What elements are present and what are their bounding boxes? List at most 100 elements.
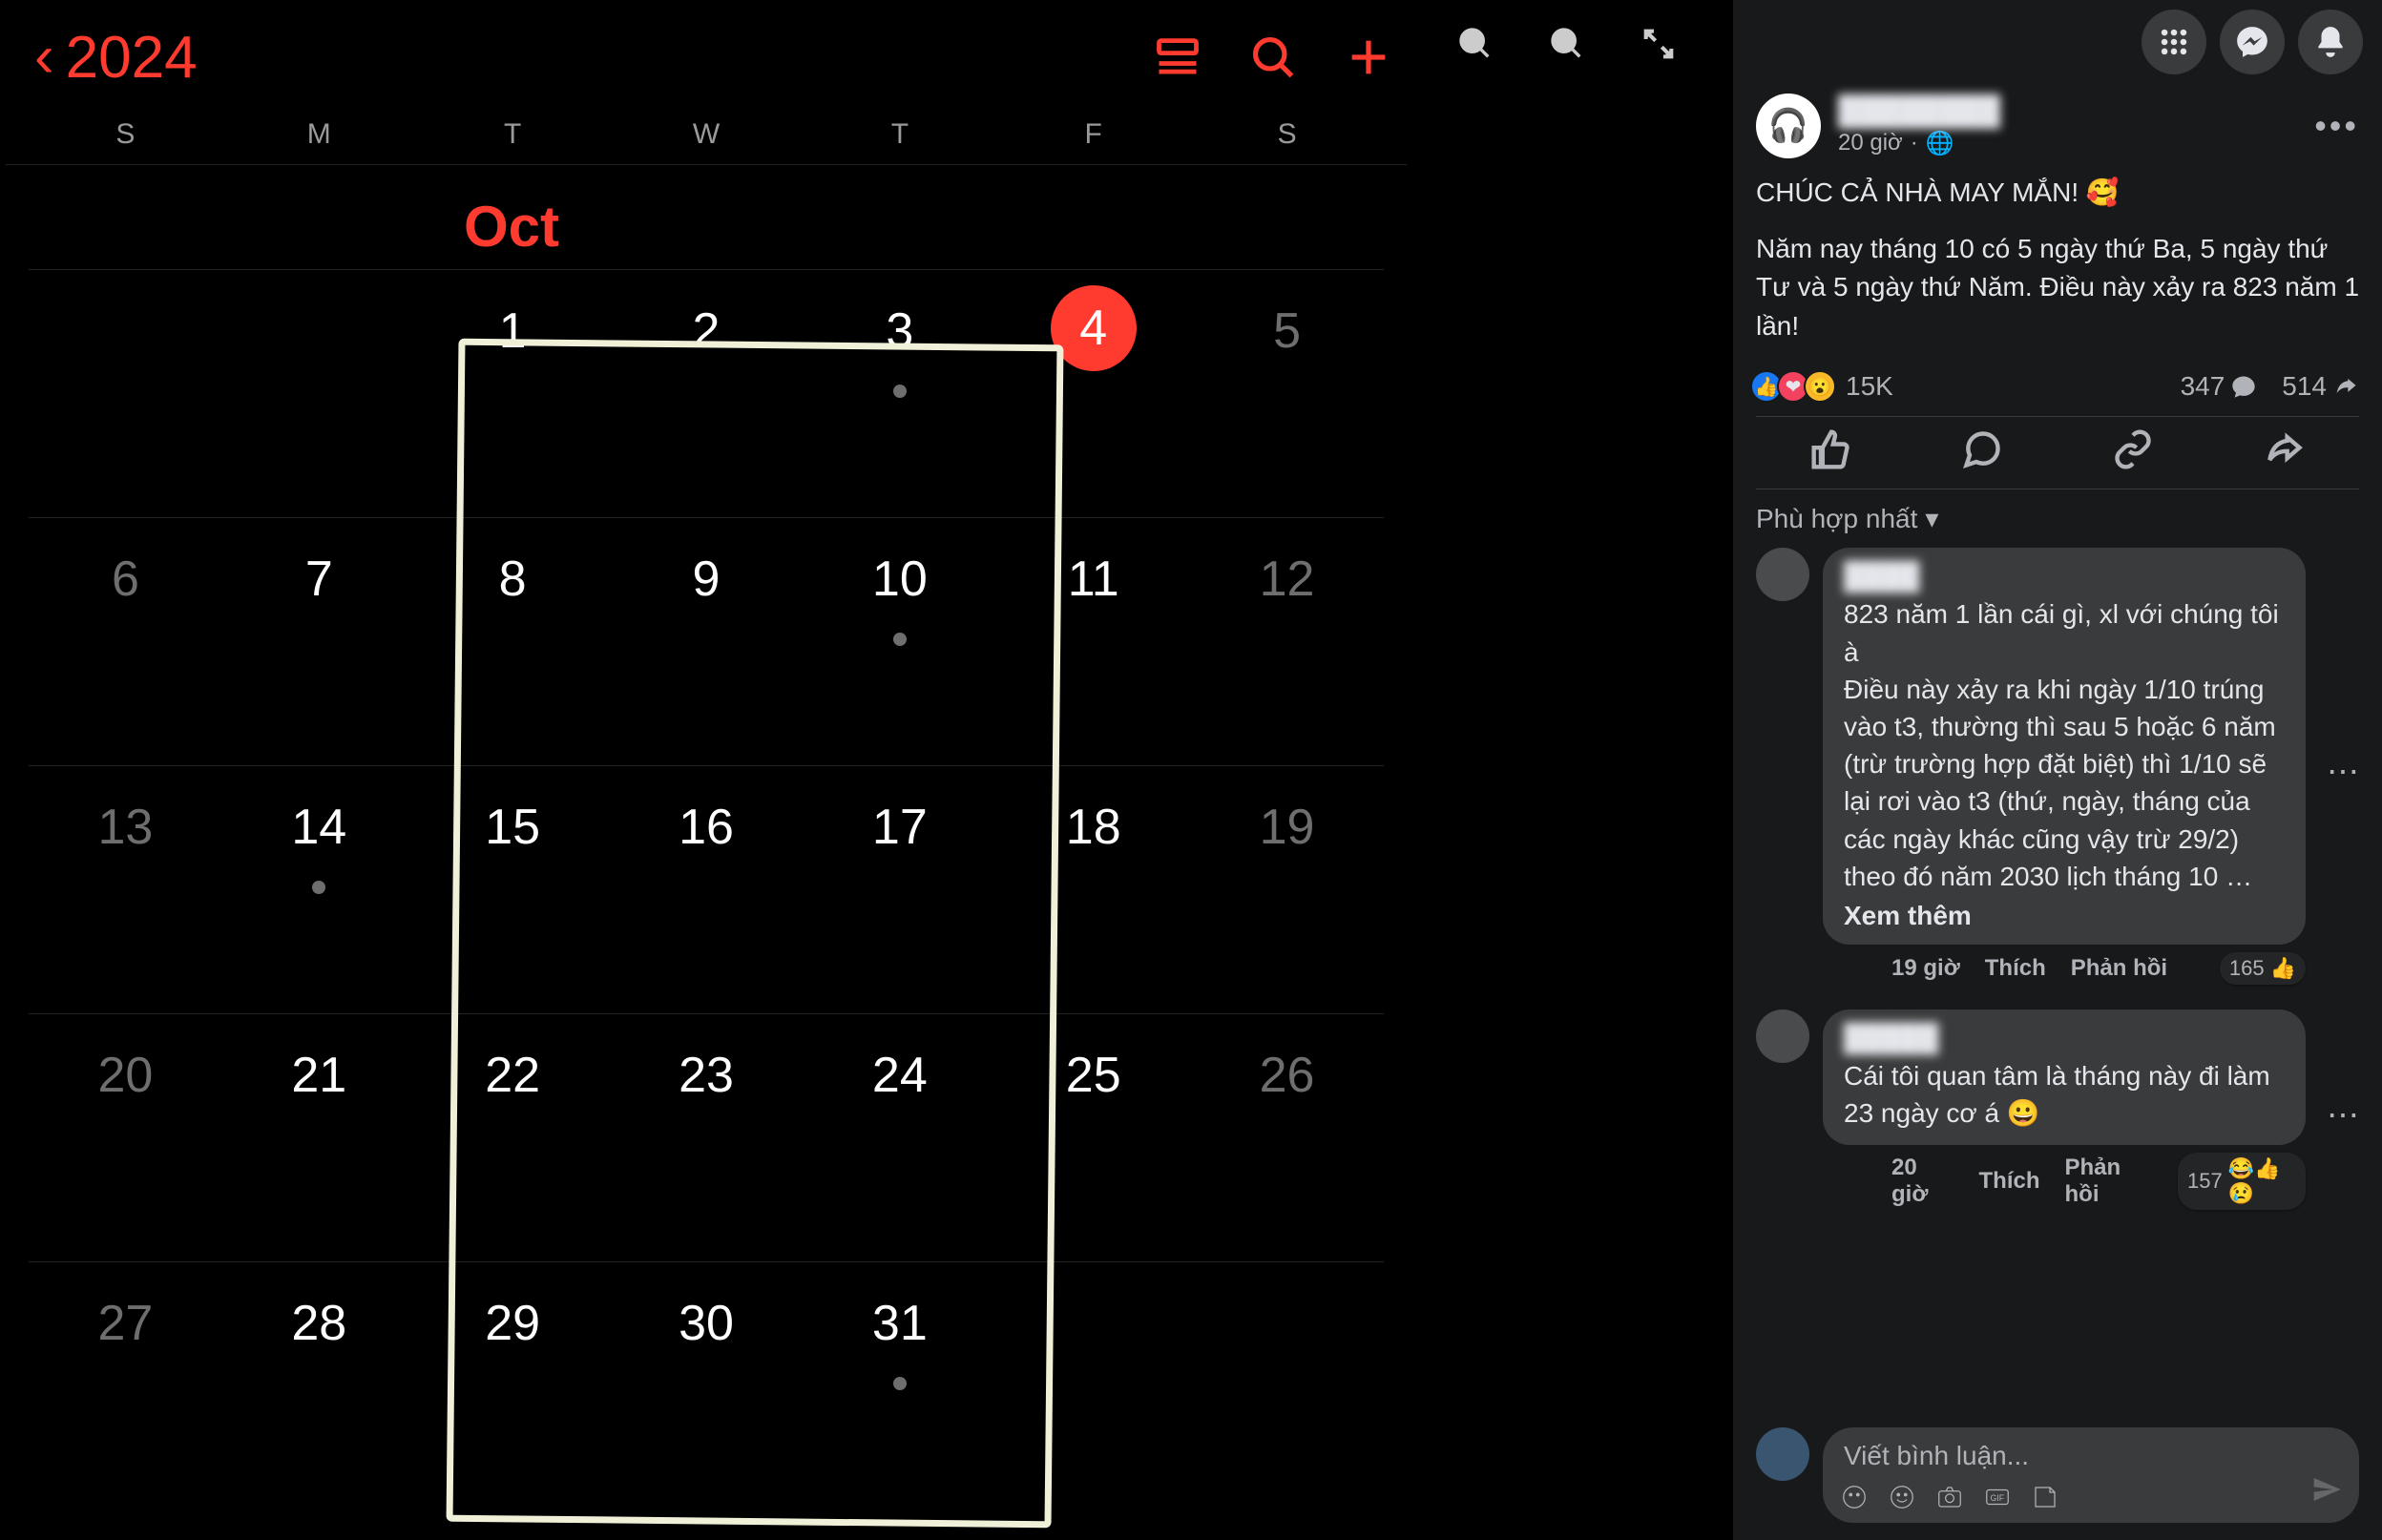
list-view-icon[interactable] [1139, 19, 1216, 95]
calendar-day[interactable]: 28 [222, 1261, 416, 1509]
search-icon[interactable] [1235, 19, 1311, 95]
calendar-day[interactable]: 9 [610, 517, 804, 765]
calendar-day[interactable]: 3 [803, 269, 996, 517]
camera-icon[interactable] [1935, 1483, 1964, 1511]
calendar-day[interactable]: 1 [416, 269, 610, 517]
comment-input[interactable]: Viết bình luận... GIF [1823, 1427, 2359, 1523]
calendar-day[interactable]: 27 [29, 1261, 222, 1509]
comment-author[interactable]: ████ [1844, 561, 2285, 592]
calendar-day[interactable]: 29 [416, 1261, 610, 1509]
post-author-avatar[interactable]: 🎧 [1756, 94, 1821, 158]
calendar-day[interactable]: 2 [610, 269, 804, 517]
sticker-icon[interactable] [2031, 1483, 2059, 1511]
day-number: 30 [679, 1295, 734, 1352]
notifications-icon[interactable] [2298, 10, 2363, 74]
day-number: 1 [499, 302, 527, 360]
comment-meta: 20 giờ Thích Phản hồi 157😂👍😢 [1891, 1153, 2306, 1210]
day-number: 31 [872, 1295, 928, 1352]
post-author-name[interactable]: ████████ [1838, 95, 2297, 128]
avatar-sticker-icon[interactable] [1840, 1483, 1869, 1511]
comment-more-icon[interactable]: ⋯ [2327, 753, 2359, 791]
day-number: 29 [485, 1295, 540, 1352]
calendar-day[interactable]: 15 [416, 765, 610, 1013]
calendar-day[interactable]: 12 [1190, 517, 1384, 765]
comment-bubble[interactable]: ████ 823 năm 1 lần cái gì, xl với chúng … [1823, 548, 2306, 945]
copy-link-button[interactable] [2112, 428, 2154, 477]
day-number: 24 [872, 1047, 928, 1104]
calendar-day[interactable]: 18 [996, 765, 1190, 1013]
post-time: 20 giờ [1838, 130, 1903, 156]
post-more-icon[interactable]: ••• [2314, 106, 2359, 146]
calendar-day[interactable]: 26 [1190, 1013, 1384, 1261]
comment-more-icon[interactable]: ⋯ [2327, 1096, 2359, 1134]
calendar-day[interactable]: 10 [803, 517, 996, 765]
svg-text:GIF: GIF [1991, 1493, 2005, 1503]
comment-author[interactable]: █████ [1844, 1023, 2285, 1053]
calendar-day[interactable]: 24 [803, 1013, 996, 1261]
calendar-day [1190, 1261, 1384, 1509]
emoji-icon[interactable] [1888, 1483, 1916, 1511]
calendar-day[interactable]: 4 [996, 269, 1190, 517]
calendar-day[interactable]: 7 [222, 517, 416, 765]
weekday-label: F [996, 118, 1190, 151]
reactions-summary[interactable]: 👍 ❤ 😮 15K 347 514 [1756, 370, 2359, 417]
post-action-bar [1756, 417, 2359, 489]
share-icon-small [2332, 373, 2359, 400]
calendar-day[interactable]: 8 [416, 517, 610, 765]
calendar-day[interactable]: 25 [996, 1013, 1190, 1261]
self-avatar[interactable] [1756, 1427, 1809, 1481]
calendar-day[interactable]: 17 [803, 765, 996, 1013]
calendar-day[interactable]: 22 [416, 1013, 610, 1261]
like-button[interactable] [1810, 428, 1852, 477]
calendar-day[interactable]: 20 [29, 1013, 222, 1261]
calendar-day[interactable]: 6 [29, 517, 222, 765]
day-number: 2 [693, 302, 721, 360]
comment-reply-button[interactable]: Phản hồi [2065, 1155, 2154, 1208]
add-event-icon[interactable] [1330, 19, 1407, 95]
calendar-day[interactable]: 13 [29, 765, 222, 1013]
calendar-day[interactable]: 31 [803, 1261, 996, 1509]
weekday-label: S [29, 118, 222, 151]
weekday-label: S [1190, 118, 1384, 151]
comment-avatar[interactable] [1756, 1009, 1809, 1063]
fullscreen-icon[interactable] [1640, 25, 1678, 68]
comment-meta: 19 giờ Thích Phản hồi 165👍 [1891, 952, 2306, 985]
share-button[interactable] [2263, 428, 2305, 477]
send-icon[interactable] [2311, 1474, 2342, 1511]
calendar-day[interactable]: 14 [222, 765, 416, 1013]
comment-avatar[interactable] [1756, 548, 1809, 601]
post-header: 🎧 ████████ 20 giờ · 🌐 ••• [1756, 94, 2359, 158]
calendar-day[interactable]: 30 [610, 1261, 804, 1509]
zoom-in-icon[interactable] [1456, 25, 1494, 68]
calendar-day[interactable]: 23 [610, 1013, 804, 1261]
facebook-panel: 🎧 ████████ 20 giờ · 🌐 ••• CHÚC CẢ NHÀ MA… [1733, 0, 2382, 1540]
zoom-out-icon[interactable] [1548, 25, 1586, 68]
comment-placeholder: Viết bình luận... [1844, 1441, 2029, 1470]
messenger-icon[interactable] [2220, 10, 2285, 74]
day-number: 5 [1273, 302, 1301, 360]
menu-grid-icon[interactable] [2142, 10, 2206, 74]
see-more[interactable]: Xem thêm [1844, 901, 2285, 931]
day-number: 11 [1068, 551, 1119, 608]
comment-button[interactable] [1961, 428, 2003, 477]
calendar-day[interactable]: 21 [222, 1013, 416, 1261]
gif-icon[interactable]: GIF [1983, 1483, 2012, 1511]
calendar-day[interactable]: 11 [996, 517, 1190, 765]
calendar-day[interactable]: 5 [1190, 269, 1384, 517]
calendar-day[interactable]: 19 [1190, 765, 1384, 1013]
comment-reaction-pill[interactable]: 157😂👍😢 [2178, 1153, 2306, 1210]
fb-header [1733, 0, 2382, 84]
back-to-year[interactable]: ‹ 2024 [6, 24, 198, 92]
comment-time: 19 giờ [1891, 955, 1960, 982]
calendar-day[interactable]: 16 [610, 765, 804, 1013]
comment-bubble[interactable]: █████ Cái tôi quan tâm là tháng này đi l… [1823, 1009, 2306, 1145]
day-number: 28 [291, 1295, 346, 1352]
post: 🎧 ████████ 20 giờ · 🌐 ••• CHÚC CẢ NHÀ MA… [1733, 84, 2382, 489]
comment-reaction-pill[interactable]: 165👍 [2220, 952, 2306, 985]
comment-sort[interactable]: Phù hợp nhất ▾ [1733, 489, 2382, 548]
comment-like-button[interactable]: Thích [1979, 1168, 2040, 1195]
comment-like-button[interactable]: Thích [1985, 955, 2046, 982]
comment-reply-button[interactable]: Phản hồi [2071, 955, 2167, 982]
wow-icon: 😮 [1804, 370, 1836, 403]
month-label: Oct [464, 194, 1407, 260]
